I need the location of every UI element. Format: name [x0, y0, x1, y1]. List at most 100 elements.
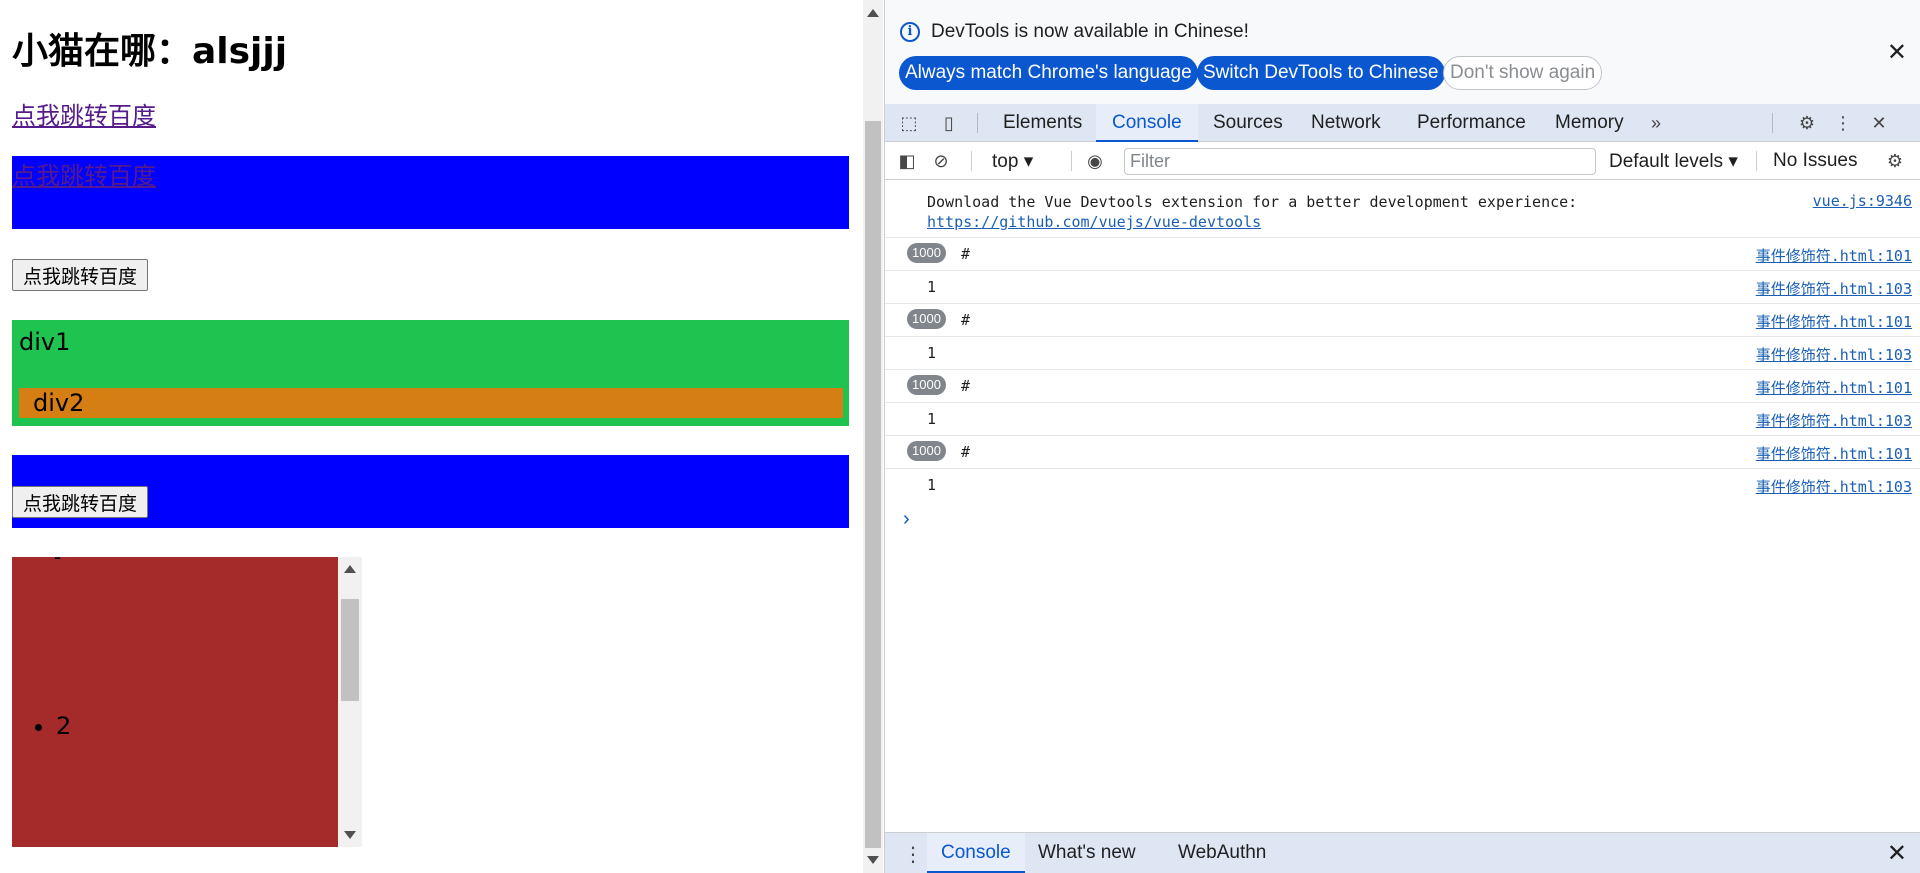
close-devtools-icon[interactable]: ✕	[1867, 112, 1891, 134]
devtools-panel: i DevTools is now available in Chinese! …	[884, 0, 1920, 873]
page-scroll-up-arrow-icon[interactable]	[867, 9, 879, 17]
page-heading: 小猫在哪：alsjjj	[12, 31, 288, 72]
context-selector[interactable]: top ▾	[992, 150, 1033, 173]
scroll-list: 2	[56, 712, 71, 740]
vue-devtools-link[interactable]: https://github.com/vuejs/vue-devtools	[927, 213, 1261, 231]
page-scrollbar-thumb[interactable]	[865, 121, 881, 848]
message-text: #	[961, 443, 971, 461]
log-levels-label: Default levels	[1609, 151, 1724, 172]
infobar-close-icon[interactable]: ✕	[1887, 38, 1907, 67]
source-link[interactable]: vue.js:9346	[1813, 192, 1912, 210]
blue-box-with-link[interactable]: 点我跳转百度	[12, 156, 849, 229]
console-message: 1 事件修饰符.html:103	[885, 337, 1920, 370]
log-levels-dropdown[interactable]: Default levels ▾	[1609, 150, 1738, 173]
source-link[interactable]: 事件修饰符.html:103	[1756, 278, 1912, 299]
scroll-up-arrow-icon[interactable]	[344, 565, 356, 573]
infobar-message: DevTools is now available in Chinese!	[931, 21, 1249, 42]
issues-counter[interactable]: No Issues	[1773, 150, 1857, 172]
message-text: #	[961, 377, 971, 395]
console-prompt-chevron-icon[interactable]: ›	[903, 508, 910, 531]
console-message: 1000 # 事件修饰符.html:101	[885, 436, 1920, 469]
page-vertical-scrollbar[interactable]	[863, 0, 883, 873]
devtools-tab-bar: ⬚ ▯ Elements Console Sources Network Per…	[885, 104, 1920, 142]
toolbar-divider	[1756, 151, 1757, 171]
console-settings-gear-icon[interactable]: ⚙	[1883, 150, 1907, 172]
more-options-kebab-icon[interactable]: ⋮	[1831, 112, 1855, 134]
console-message: 1000 # 事件修饰符.html:101	[885, 370, 1920, 403]
toolbar-divider	[971, 151, 972, 171]
bottom-drawer: ⋮ Console What's new WebAuthn ✕	[885, 832, 1920, 873]
repeat-count-badge: 1000	[907, 243, 946, 263]
web-page: 小猫在哪：alsjjj 点我跳转百度 点我跳转百度 点我跳转百度 div1 di…	[0, 0, 863, 873]
scroll-down-arrow-icon[interactable]	[344, 831, 356, 839]
message-text: 1	[927, 476, 937, 494]
tab-sources[interactable]: Sources	[1213, 104, 1283, 142]
message-text: 1	[927, 410, 937, 428]
div1-box[interactable]: div1 div2	[12, 320, 849, 426]
sidebar-toggle-icon[interactable]: ◧	[895, 150, 919, 172]
dont-show-again-button[interactable]: Don't show again	[1443, 56, 1603, 90]
tab-divider	[1772, 113, 1773, 133]
list-item: 2	[56, 712, 71, 740]
toolbar-divider	[1071, 151, 1072, 171]
console-message: 1000 # 事件修饰符.html:101	[885, 304, 1920, 337]
baidu-button[interactable]: 点我跳转百度	[12, 259, 149, 291]
scroll-list-box[interactable]: - 2	[12, 557, 338, 847]
div2-label: div2	[33, 389, 85, 417]
div2-box[interactable]: div2	[19, 388, 843, 418]
source-link[interactable]: 事件修饰符.html:101	[1756, 311, 1912, 332]
blue-box-baidu-link[interactable]: 点我跳转百度	[12, 156, 156, 191]
device-toolbar-icon[interactable]: ▯	[937, 112, 961, 134]
inspect-element-icon[interactable]: ⬚	[897, 112, 921, 134]
tab-elements[interactable]: Elements	[1003, 104, 1082, 142]
source-link[interactable]: 事件修饰符.html:101	[1756, 443, 1912, 464]
list-fragment: -	[54, 557, 62, 569]
drawer-tab-console[interactable]: Console	[927, 833, 1025, 873]
scroll-list-scrollbar[interactable]	[338, 557, 362, 847]
repeat-count-badge: 1000	[907, 375, 946, 395]
source-link[interactable]: 事件修饰符.html:101	[1756, 377, 1912, 398]
console-message: Download the Vue Devtools extension for …	[885, 180, 1920, 238]
settings-gear-icon[interactable]: ⚙	[1795, 112, 1819, 134]
drawer-tab-webauthn[interactable]: WebAuthn	[1178, 833, 1266, 873]
scrollbar-thumb[interactable]	[341, 599, 359, 701]
console-message: 1 事件修饰符.html:103	[885, 469, 1920, 502]
drawer-menu-kebab-icon[interactable]: ⋮	[903, 842, 923, 867]
live-expression-eye-icon[interactable]: ◉	[1083, 150, 1107, 172]
console-filter-input[interactable]: Filter	[1124, 148, 1596, 175]
div1-label: div1	[19, 328, 71, 356]
tab-divider	[977, 113, 978, 133]
clear-console-icon[interactable]: ⊘	[929, 150, 953, 172]
switch-to-chinese-button[interactable]: Switch DevTools to Chinese	[1197, 56, 1445, 90]
tab-console[interactable]: Console	[1096, 104, 1198, 142]
repeat-count-badge: 1000	[907, 441, 946, 461]
console-message: 1 事件修饰符.html:103	[885, 271, 1920, 304]
vue-devtools-message: Download the Vue Devtools extension for …	[927, 193, 1578, 211]
message-text: #	[961, 311, 971, 329]
page-scroll-down-arrow-icon[interactable]	[867, 856, 879, 864]
close-drawer-icon[interactable]: ✕	[1887, 839, 1907, 868]
source-link[interactable]: 事件修饰符.html:103	[1756, 476, 1912, 497]
message-text: #	[961, 245, 971, 263]
more-tabs-chevron-icon[interactable]: »	[1644, 112, 1668, 134]
console-toolbar: ◧ ⊘ top ▾ ◉ Filter Default levels ▾ No I…	[885, 142, 1920, 180]
message-text: 1	[927, 278, 937, 296]
message-text: Download the Vue Devtools extension for …	[927, 192, 1577, 232]
source-link[interactable]: 事件修饰符.html:103	[1756, 410, 1912, 431]
tab-memory[interactable]: Memory	[1555, 104, 1624, 142]
drawer-tab-whats-new[interactable]: What's new	[1038, 833, 1136, 873]
console-message: 1 事件修饰符.html:103	[885, 403, 1920, 436]
tab-performance[interactable]: Performance	[1417, 104, 1526, 142]
source-link[interactable]: 事件修饰符.html:103	[1756, 344, 1912, 365]
always-match-language-button[interactable]: Always match Chrome's language	[899, 56, 1198, 90]
tab-network[interactable]: Network	[1311, 104, 1381, 142]
message-text: 1	[927, 344, 937, 362]
source-link[interactable]: 事件修饰符.html:101	[1756, 245, 1912, 266]
language-infobar: i DevTools is now available in Chinese! …	[885, 0, 1920, 104]
baidu-link[interactable]: 点我跳转百度	[12, 96, 156, 131]
console-output[interactable]: Download the Vue Devtools extension for …	[885, 180, 1920, 832]
blue-box-baidu-button[interactable]: 点我跳转百度	[12, 486, 149, 518]
context-label: top	[992, 151, 1019, 172]
repeat-count-badge: 1000	[907, 309, 946, 329]
info-icon: i	[900, 22, 920, 42]
